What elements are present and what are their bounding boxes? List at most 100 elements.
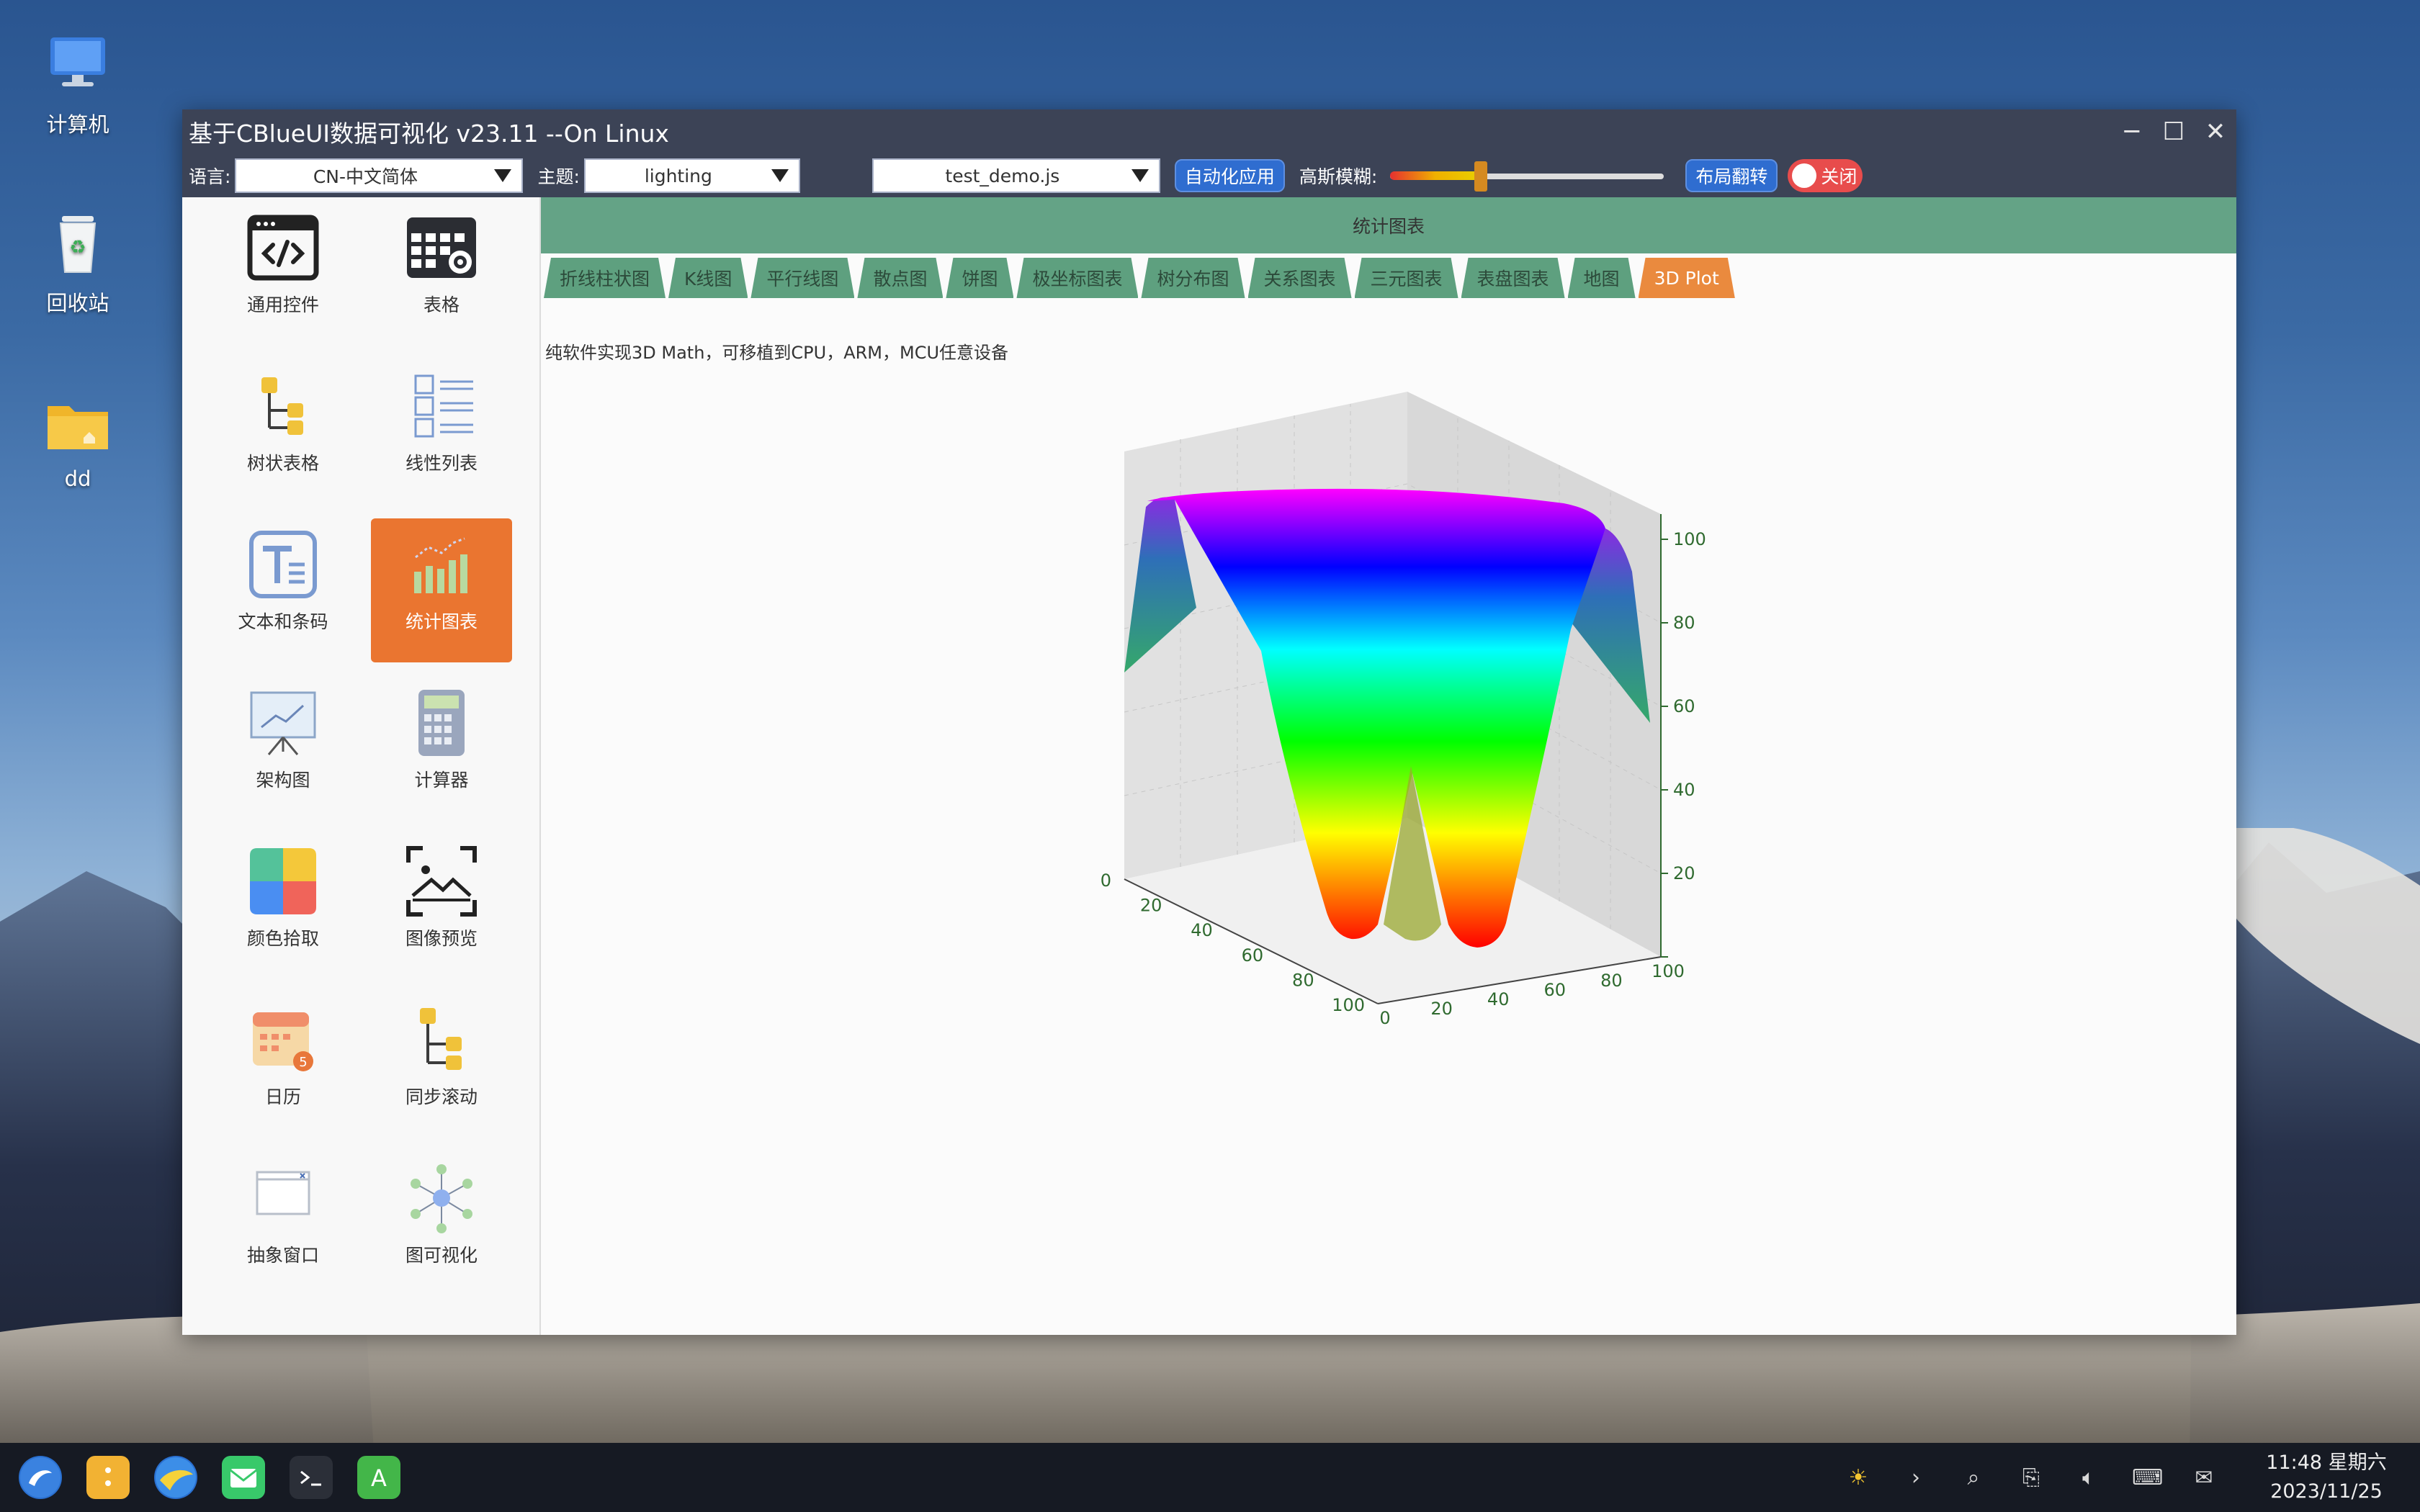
brightness-icon[interactable]: ☀: [1844, 1465, 1873, 1490]
tab-ternary[interactable]: 三元图表: [1355, 258, 1458, 298]
language-label: 语言:: [189, 166, 231, 187]
sidebar-item-image-preview[interactable]: 图像预览: [371, 835, 512, 979]
gaussian-blur-slider[interactable]: [1390, 161, 1664, 192]
sidebar-item-label: 文本和条码: [238, 611, 328, 632]
mail-icon[interactable]: [222, 1456, 265, 1499]
theme-select-value: lighting: [644, 165, 712, 186]
app-window: 基于CBlueUI数据可视化 v23.11 --On Linux ─ ☐ ✕ 语…: [182, 109, 2236, 1335]
chevron-down-icon: [1131, 169, 1149, 182]
app-a-icon[interactable]: A: [357, 1456, 400, 1499]
close-toggle[interactable]: 关闭: [1788, 159, 1863, 192]
y-tick-label: 0: [1379, 1008, 1390, 1028]
sidebar-item-color-picker[interactable]: 颜色拾取: [212, 835, 354, 979]
tab-scatter[interactable]: 散点图: [857, 258, 943, 298]
system-tray: ☀ › ⌕ ⎘ 🔈︎ ⌨ ✉ 11:48 星期六 2023/11/25: [1829, 1443, 2420, 1512]
tab-3d-plot[interactable]: 3D Plot: [1639, 258, 1735, 298]
trash-icon: ♻: [42, 209, 114, 281]
sidebar-item-calculator[interactable]: 计算器: [371, 677, 512, 821]
start-menu-icon[interactable]: [19, 1456, 62, 1499]
sidebar-item-label: 同步滚动: [405, 1086, 478, 1107]
list-icon: [405, 370, 478, 442]
tab-kline[interactable]: K线图: [668, 258, 748, 298]
tab-tree-distribution[interactable]: 树分布图: [1141, 258, 1245, 298]
sidebar-item-table[interactable]: 表格: [371, 202, 512, 346]
chevron-down-icon: [771, 169, 789, 182]
auto-apply-button[interactable]: 自动化应用: [1174, 159, 1285, 192]
y-tick-label: 40: [1487, 989, 1510, 1009]
minimize-button[interactable]: ─: [2111, 109, 2153, 154]
svg-text:♻: ♻: [69, 237, 86, 258]
close-button[interactable]: ✕: [2195, 109, 2236, 154]
content-header: 统计图表: [541, 197, 2236, 253]
search-icon[interactable]: ⌕: [1959, 1465, 1988, 1490]
sidebar-item-text-barcode[interactable]: 文本和条码: [212, 518, 354, 662]
notification-icon[interactable]: ✉: [2190, 1465, 2218, 1490]
folder-icon: [42, 389, 114, 461]
toggle-label: 关闭: [1821, 166, 1857, 187]
tree-table-icon: [247, 370, 319, 442]
network-icon[interactable]: ⎘: [2017, 1465, 2045, 1490]
slider-thumb[interactable]: [1474, 161, 1487, 192]
theme-label: 主题:: [537, 166, 580, 187]
clock-date: 2023/11/25: [2270, 1480, 2383, 1503]
abstract-window-icon: [247, 1162, 319, 1234]
sidebar-item-label: 树状表格: [246, 453, 319, 474]
desktop-icon-folder[interactable]: dd: [13, 389, 143, 491]
tab-gauge[interactable]: 表盘图表: [1461, 258, 1565, 298]
z-tick-label: 60: [1673, 696, 1695, 716]
chevron-right-icon[interactable]: ›: [1901, 1465, 1930, 1490]
script-select[interactable]: test_demo.js: [871, 158, 1160, 193]
image-preview-icon: [405, 845, 478, 917]
desktop-icon-computer[interactable]: 计算机: [13, 30, 143, 138]
volume-icon[interactable]: 🔈︎: [2074, 1465, 2103, 1490]
toggle-knob: [1792, 163, 1817, 188]
sidebar-item-label: 日历: [264, 1086, 301, 1107]
sidebar-item-label: 图可视化: [405, 1245, 478, 1266]
tab-map[interactable]: 地图: [1568, 258, 1636, 298]
color-palette-icon: [247, 845, 319, 917]
keyboard-icon[interactable]: ⌨: [2132, 1465, 2163, 1490]
sidebar-item-statistics-chart[interactable]: 统计图表: [371, 518, 512, 662]
terminal-icon[interactable]: [290, 1456, 333, 1502]
table-settings-icon: [405, 212, 478, 284]
sidebar: 通用控件 表格 树状表格 线性列表 文本和条码 统计图表 架构图 计算器 颜色拾…: [182, 197, 541, 1335]
sidebar-item-label: 计算器: [414, 770, 469, 791]
sidebar-item-label: 通用控件: [246, 294, 319, 315]
x-tick-label: 40: [1191, 920, 1213, 940]
file-manager-icon[interactable]: [86, 1456, 130, 1499]
sidebar-item-label: 统计图表: [405, 611, 478, 632]
plot-3d-surface[interactable]: 0 20 40 60 80 100 0 20 40 60 80 100 20 40 60 80 100: [1067, 392, 1787, 1054]
tab-line-bar[interactable]: 折线柱状图: [544, 258, 666, 298]
tab-parallel[interactable]: 平行线图: [750, 258, 854, 298]
tab-pie[interactable]: 饼图: [946, 258, 1013, 298]
clock[interactable]: 11:48 星期六 2023/11/25: [2233, 1449, 2420, 1506]
x-tick-label: 0: [1101, 870, 1111, 891]
y-tick-label: 80: [1600, 971, 1623, 991]
sidebar-item-label: 架构图: [256, 770, 310, 791]
y-tick-label: 100: [1652, 961, 1685, 981]
layout-flip-button[interactable]: 布局翻转: [1685, 159, 1778, 192]
sidebar-item-linear-list[interactable]: 线性列表: [371, 360, 512, 504]
sidebar-item-graph-visualization[interactable]: 图可视化: [371, 1152, 512, 1296]
title-bar[interactable]: 基于CBlueUI数据可视化 v23.11 --On Linux ─ ☐ ✕: [182, 109, 2236, 154]
gaussian-blur-label: 高斯模糊:: [1299, 166, 1378, 187]
sidebar-item-architecture[interactable]: 架构图: [212, 677, 354, 821]
y-tick-label: 60: [1544, 980, 1567, 1000]
desktop-icon-label: dd: [64, 467, 91, 491]
maximize-button[interactable]: ☐: [2153, 109, 2195, 154]
sidebar-item-calendar[interactable]: 5 日历: [212, 994, 354, 1138]
sidebar-item-label: 线性列表: [405, 453, 478, 474]
script-select-value: test_demo.js: [945, 165, 1060, 186]
sidebar-item-abstract-window[interactable]: 抽象窗口: [212, 1152, 354, 1296]
sidebar-item-general-controls[interactable]: 通用控件: [212, 202, 354, 346]
y-tick-label: 20: [1430, 999, 1453, 1019]
tab-polar[interactable]: 极坐标图表: [1016, 258, 1138, 298]
theme-select[interactable]: lighting: [583, 158, 800, 193]
tab-relation[interactable]: 关系图表: [1248, 258, 1352, 298]
browser-icon[interactable]: [154, 1456, 197, 1499]
sidebar-item-tree-table[interactable]: 树状表格: [212, 360, 354, 504]
language-select[interactable]: CN-中文简体: [235, 158, 524, 193]
text-icon: [247, 528, 319, 600]
desktop-icon-trash[interactable]: ♻ 回收站: [13, 209, 143, 317]
sidebar-item-sync-scroll[interactable]: 同步滚动: [371, 994, 512, 1138]
